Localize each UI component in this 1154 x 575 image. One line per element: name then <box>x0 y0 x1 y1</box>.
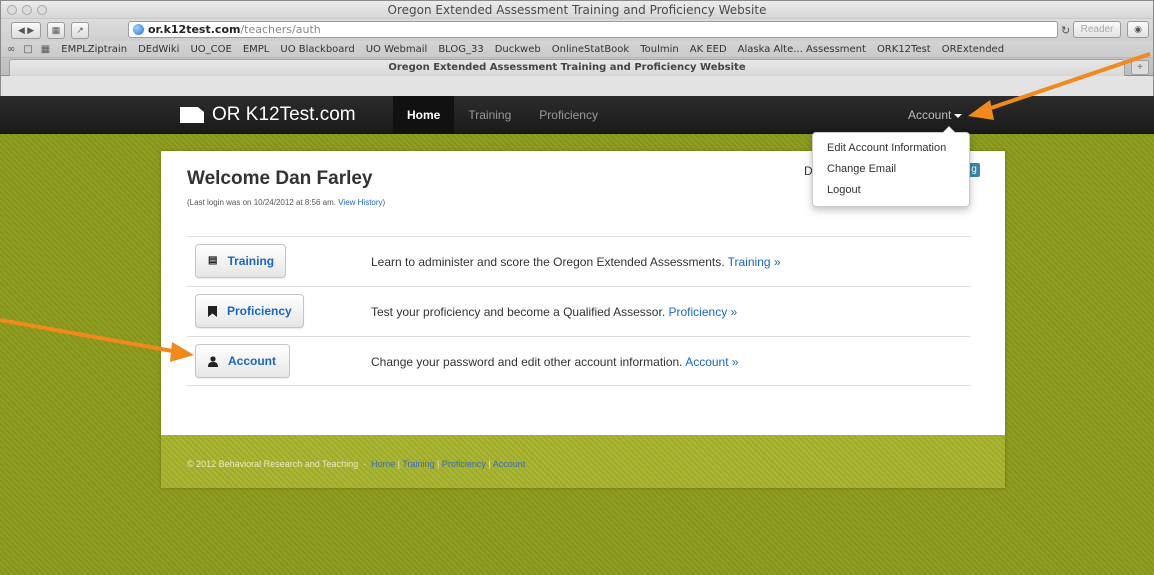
history-icon[interactable]: ▦ <box>47 21 65 39</box>
url-path: /teachers/auth <box>240 23 321 36</box>
nav-home[interactable]: Home <box>393 96 455 134</box>
account-link[interactable]: Account » <box>685 355 738 369</box>
page-content: OR K12Test.com Home Training Proficiency… <box>0 96 1154 575</box>
bookmark-item[interactable]: OnlineStatBook <box>552 44 629 55</box>
bookmark-item[interactable]: AK EED <box>690 44 727 55</box>
user-icon <box>208 356 218 367</box>
bookmark-item[interactable]: BLOG_33 <box>438 44 483 55</box>
last-login-text: (Last login was on 10/24/2012 at 8:56 am… <box>187 198 336 207</box>
account-dropdown-menu: Edit Account Information Change Email Lo… <box>812 126 970 207</box>
view-history-link[interactable]: View History <box>338 198 382 207</box>
bookmark-item[interactable]: UO_COE <box>190 44 231 55</box>
page-title: Welcome Dan Farley <box>187 168 373 189</box>
bookmark-item[interactable]: ORK12Test <box>877 44 931 55</box>
url-host: or.k12test.com <box>148 23 241 36</box>
list-item: Account Change your password and edit ot… <box>187 336 970 386</box>
bookmarks-icon[interactable]: □ <box>23 44 32 55</box>
tab-bar: Oregon Extended Assessment Training and … <box>1 58 1153 76</box>
bookmark-item[interactable]: EMPLZiptrain <box>61 44 127 55</box>
extension-icon[interactable]: ◉ <box>1127 21 1149 38</box>
menu-item-logout[interactable]: Logout <box>813 180 969 201</box>
footer-divider: | <box>397 459 400 469</box>
training-button-label: Training <box>227 254 275 268</box>
site-footer: © 2012 Behavioral Research and Teaching … <box>161 435 1005 488</box>
account-menu-label: Account <box>908 108 952 122</box>
nav-training[interactable]: Training <box>454 96 525 134</box>
globe-icon <box>133 24 144 35</box>
footer-link-training[interactable]: Training <box>402 459 434 469</box>
bookmark-item[interactable]: EMPL <box>243 44 270 55</box>
proficiency-link[interactable]: Proficiency » <box>669 305 738 319</box>
copyright: © 2012 Behavioral Research and Teaching <box>187 459 359 469</box>
reload-icon[interactable]: ↻ <box>1061 24 1070 37</box>
last-login-suffix: ) <box>382 198 386 207</box>
bookmark-icon <box>208 306 217 317</box>
account-button[interactable]: Account <box>195 344 290 378</box>
share-icon[interactable]: ↗ <box>71 21 89 39</box>
training-description: Learn to administer and score the Oregon… <box>371 255 725 269</box>
account-button-label: Account <box>228 354 276 368</box>
top-sites-icon[interactable]: ▦ <box>41 44 50 55</box>
bookmark-item[interactable]: Duckweb <box>495 44 541 55</box>
menu-item-change-email[interactable]: Change Email <box>813 159 969 180</box>
row-description: Learn to administer and score the Oregon… <box>371 255 781 269</box>
row-description: Test your proficiency and become a Quali… <box>371 305 737 319</box>
last-login-info: (Last login was on 10/24/2012 at 8:56 am… <box>187 198 385 207</box>
nav-proficiency[interactable]: Proficiency <box>525 96 612 134</box>
footer-link-proficiency[interactable]: Proficiency <box>442 459 486 469</box>
proficiency-button[interactable]: Proficiency <box>195 294 304 328</box>
training-link[interactable]: Training » <box>728 255 781 269</box>
title-bar: Oregon Extended Assessment Training and … <box>1 1 1153 19</box>
nav-links: Home Training Proficiency <box>393 96 612 134</box>
bookmark-item[interactable]: UO Blackboard <box>280 44 354 55</box>
list-item: ▤ Training Learn to administer and score… <box>187 236 970 286</box>
proficiency-description: Test your proficiency and become a Quali… <box>371 305 666 319</box>
menu-item-edit-account[interactable]: Edit Account Information <box>813 138 969 159</box>
browser-tab[interactable]: Oregon Extended Assessment Training and … <box>9 59 1125 76</box>
window-title: Oregon Extended Assessment Training and … <box>387 3 767 17</box>
list-icon: ▤ <box>208 255 218 266</box>
training-button[interactable]: ▤ Training <box>195 244 286 278</box>
footer-link-home[interactable]: Home <box>371 459 395 469</box>
list-item: Proficiency Test your proficiency and be… <box>187 286 970 336</box>
bookmarks-bar: ∞ □ ▦ EMPLZiptrain DEdWiki UO_COE EMPL U… <box>1 41 1153 58</box>
caret-down-icon <box>954 113 963 118</box>
bookmark-item[interactable]: Toulmin <box>640 44 679 55</box>
footer-divider: | <box>437 459 440 469</box>
proficiency-button-label: Proficiency <box>227 304 292 318</box>
bookmark-item[interactable]: DEdWiki <box>138 44 179 55</box>
bookmark-item[interactable]: UO Webmail <box>366 44 428 55</box>
reading-list-icon[interactable]: ∞ <box>7 44 15 55</box>
action-list: ▤ Training Learn to administer and score… <box>187 236 970 386</box>
back-forward-button[interactable]: ◀ ▶ <box>11 21 41 39</box>
new-tab-button[interactable]: + <box>1131 60 1149 75</box>
footer-link-account[interactable]: Account <box>493 459 526 469</box>
bookmark-item[interactable]: Alaska Alte... Assessment <box>738 44 866 55</box>
footer-divider: | <box>488 459 491 469</box>
brand[interactable]: OR K12Test.com <box>180 104 356 126</box>
bookmark-item[interactable]: ORExtended <box>942 44 1004 55</box>
reader-button[interactable]: Reader <box>1073 21 1121 38</box>
site-navbar: OR K12Test.com Home Training Proficiency… <box>0 96 1154 134</box>
oregon-logo-icon <box>180 107 204 123</box>
footer-separator: · <box>363 459 367 469</box>
account-description: Change your password and edit other acco… <box>371 355 683 369</box>
brand-name: OR K12Test.com <box>212 104 356 125</box>
address-bar[interactable]: or.k12test.com /teachers/auth <box>128 21 1058 38</box>
browser-toolbar: ◀ ▶ ▦ ↗ or.k12test.com /teachers/auth ↻ … <box>1 19 1153 41</box>
row-description: Change your password and edit other acco… <box>371 355 739 369</box>
